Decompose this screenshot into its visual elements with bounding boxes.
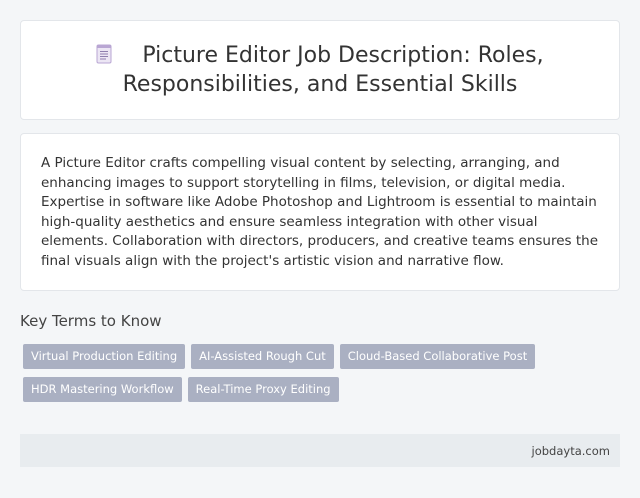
key-terms-list: Virtual Production Editing AI-Assisted R… xyxy=(23,344,613,402)
term-tag[interactable]: Virtual Production Editing xyxy=(23,344,186,369)
term-tag[interactable]: AI-Assisted Rough Cut xyxy=(191,344,334,369)
footer-site[interactable]: jobdayta.com xyxy=(532,444,610,458)
term-tag[interactable]: HDR Mastering Workflow xyxy=(23,377,182,402)
key-terms-heading: Key Terms to Know xyxy=(20,312,162,330)
description-text: A Picture Editor crafts compelling visua… xyxy=(41,155,599,269)
page-title: Picture Editor Job Description: Roles, R… xyxy=(45,41,595,99)
page-title-text: Picture Editor Job Description: Roles, R… xyxy=(122,43,544,97)
footer: jobdayta.com xyxy=(20,434,620,467)
title-card: Picture Editor Job Description: Roles, R… xyxy=(20,20,620,120)
page: Picture Editor Job Description: Roles, R… xyxy=(0,0,640,498)
document-icon xyxy=(96,43,112,64)
term-tag[interactable]: Real-Time Proxy Editing xyxy=(187,377,339,402)
description-card: A Picture Editor crafts compelling visua… xyxy=(20,133,620,291)
term-tag[interactable]: Cloud-Based Collaborative Post xyxy=(339,344,536,369)
